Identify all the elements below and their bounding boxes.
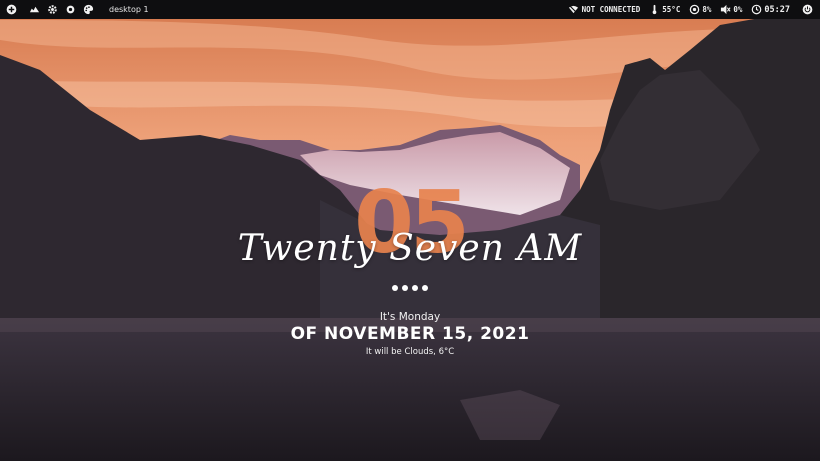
- thermometer-icon: [648, 4, 660, 16]
- clock-minute-words: Twenty Seven AM: [237, 228, 583, 269]
- clock-icon: [750, 4, 762, 16]
- panel-right-group: NOT CONNECTED 55°C 8% 0% 05:27: [568, 0, 820, 19]
- clock-status[interactable]: 05:27: [750, 4, 790, 16]
- cpu-icon: [688, 4, 700, 16]
- cpu-status[interactable]: 8%: [688, 4, 711, 16]
- day-text: It's Monday: [379, 311, 441, 323]
- gear-icon[interactable]: [46, 4, 58, 16]
- panel-left-group: desktop 1: [0, 0, 149, 19]
- wifi-off-icon: [568, 4, 580, 16]
- temperature-value: 55°C: [662, 5, 681, 14]
- network-status-label: NOT CONNECTED: [581, 5, 641, 14]
- cloud-icon[interactable]: [28, 4, 40, 16]
- page-dot: [392, 285, 398, 291]
- temperature-status[interactable]: 55°C: [648, 4, 680, 16]
- clock-time: 05:27: [764, 4, 790, 15]
- page-dot: [412, 285, 418, 291]
- date-text: OF NOVEMBER 15, 2021: [290, 324, 530, 344]
- volume-status[interactable]: 0%: [719, 4, 742, 16]
- power-icon[interactable]: [801, 4, 813, 16]
- page-indicator: [0, 285, 820, 291]
- network-status[interactable]: NOT CONNECTED: [568, 4, 641, 16]
- workspace-label[interactable]: desktop 1: [109, 5, 149, 14]
- weather-text: It will be Clouds, 6°C: [365, 347, 455, 357]
- volume-value: 0%: [733, 5, 743, 14]
- palette-icon[interactable]: [82, 4, 94, 16]
- page-dot: [422, 285, 428, 291]
- top-panel: desktop 1 NOT CONNECTED 55°C 8% 0% 05:27: [0, 0, 820, 19]
- add-circle-icon[interactable]: [5, 4, 17, 16]
- settings-cog-icon[interactable]: [64, 4, 76, 16]
- volume-mute-icon: [719, 4, 731, 16]
- cpu-value: 8%: [702, 5, 712, 14]
- page-dot: [402, 285, 408, 291]
